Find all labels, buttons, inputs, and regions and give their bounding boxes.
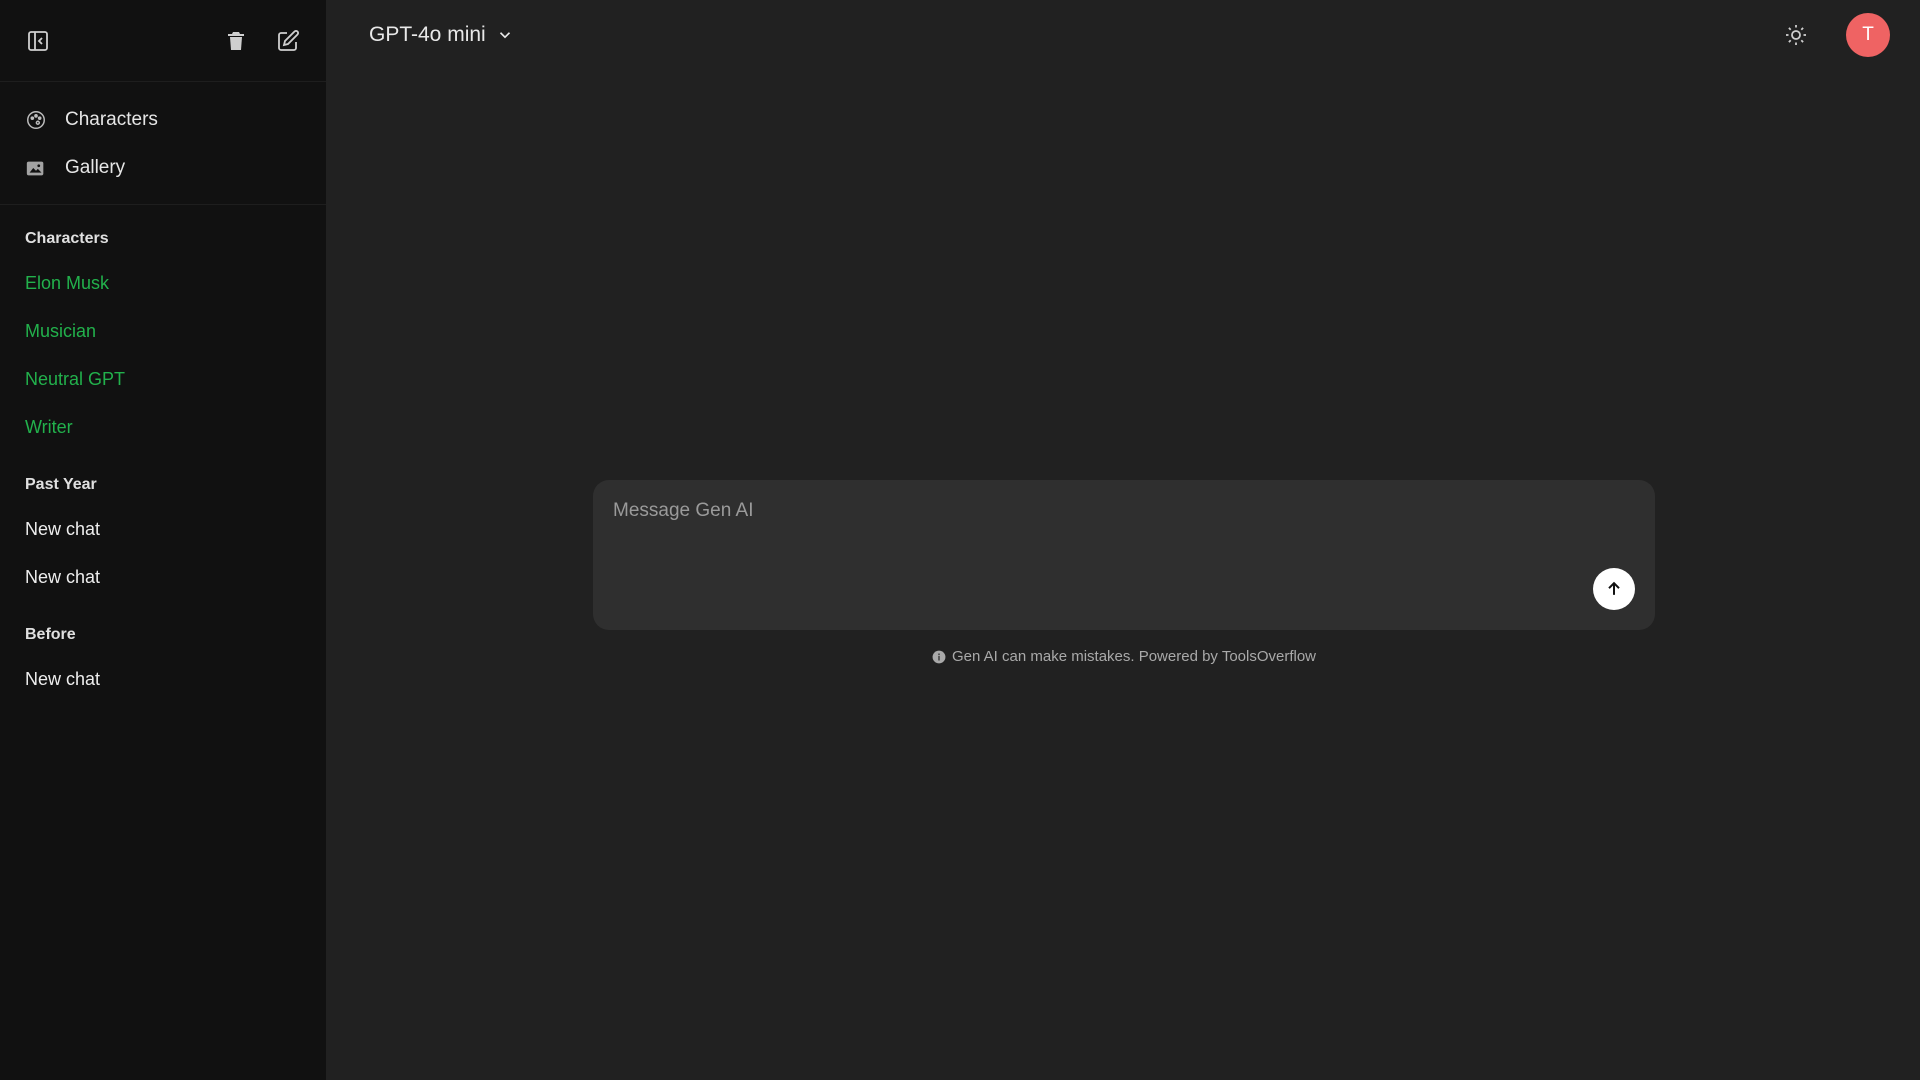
sun-icon[interactable]: [1782, 21, 1810, 49]
section-title: Before: [25, 626, 76, 643]
section-title: Past Year: [25, 476, 97, 493]
topbar: GPT-4o mini T: [326, 0, 1920, 70]
new-chat-edit-icon[interactable]: [274, 27, 302, 55]
chevron-down-icon: [499, 32, 510, 39]
section-before: Before New chat: [0, 601, 326, 703]
sidebar: Characters Gallery Characters Elon Musk …: [0, 0, 326, 1080]
sidebar-item-label: Gallery: [65, 157, 126, 178]
app: Characters Gallery Characters Elon Musk …: [0, 0, 1920, 1080]
disclaimer: Gen AI can make mistakes. Powered by Too…: [593, 648, 1655, 665]
info-icon: [932, 650, 946, 663]
section-title: Characters: [25, 230, 109, 247]
sidebar-item-characters[interactable]: Characters: [0, 96, 326, 144]
sidebar-item-gallery[interactable]: Gallery: [0, 144, 326, 192]
sidebar-item-label: Characters: [65, 109, 158, 130]
sidebar-nav: Characters Gallery: [0, 82, 326, 205]
arrow-up-icon: [1608, 581, 1620, 595]
sidebar-toolbar: [0, 0, 326, 82]
chat-history-item[interactable]: New chat: [0, 505, 326, 553]
character-item[interactable]: Neutral GPT: [0, 355, 326, 403]
character-item[interactable]: Elon Musk: [0, 259, 326, 307]
model-label: GPT-4o mini: [369, 23, 486, 46]
message-input[interactable]: [613, 500, 1573, 560]
chat-history-item[interactable]: New chat: [0, 553, 326, 601]
disclaimer-text: Gen AI can make mistakes. Powered by Too…: [951, 648, 1317, 665]
main-area: GPT-4o mini T Message Gen AI Gen AI can …: [326, 0, 1920, 1080]
section-characters: Characters Elon Musk Musician Neutral GP…: [0, 205, 326, 451]
chat-history-item[interactable]: New chat: [0, 655, 326, 703]
model-selector[interactable]: GPT-4o mini: [369, 23, 514, 47]
topbar-actions: T: [1782, 13, 1890, 57]
palette-icon: [27, 111, 45, 129]
image-icon: [26, 161, 44, 176]
section-past-year: Past Year New chat New chat: [0, 451, 326, 601]
send-button[interactable]: [1593, 568, 1635, 610]
toggle-sidebar-icon[interactable]: [24, 27, 52, 55]
character-item[interactable]: Writer: [0, 403, 326, 451]
avatar[interactable]: T: [1846, 13, 1890, 57]
character-item[interactable]: Musician: [0, 307, 326, 355]
message-composer: [593, 480, 1655, 630]
trash-icon[interactable]: [222, 27, 250, 55]
